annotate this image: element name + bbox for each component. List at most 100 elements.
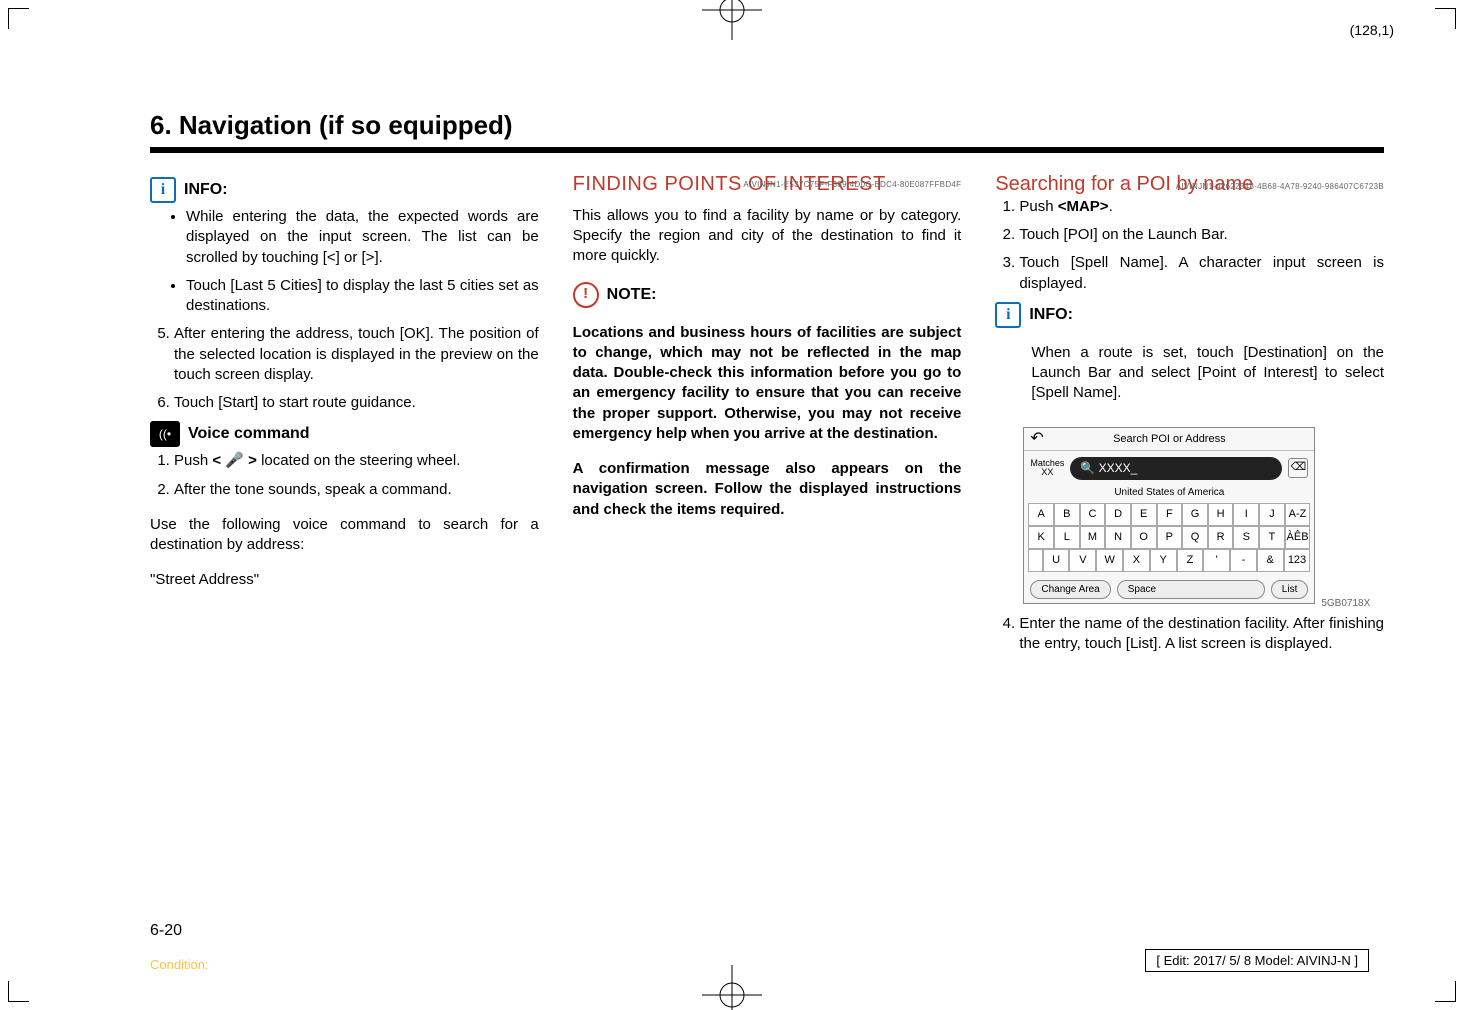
- note-label: NOTE:: [607, 284, 657, 306]
- map-button-ref: <MAP>: [1058, 198, 1109, 215]
- key: D: [1105, 503, 1131, 526]
- key: F: [1157, 503, 1183, 526]
- ss-title: Search POI or Address: [1113, 432, 1226, 447]
- text: Push: [1019, 198, 1057, 215]
- key: J: [1259, 503, 1285, 526]
- key: Q: [1182, 526, 1208, 549]
- key: C: [1080, 503, 1106, 526]
- key: ': [1203, 549, 1230, 572]
- key: A-Z: [1285, 503, 1311, 526]
- crop-mark: [1435, 8, 1456, 29]
- key: M: [1080, 526, 1106, 549]
- content-area: 6. Navigation (if so equipped) i INFO: W…: [150, 110, 1384, 910]
- space-button: Space: [1117, 580, 1265, 600]
- key: H: [1208, 503, 1234, 526]
- voice-command-label: Voice command: [188, 423, 310, 445]
- keyboard-row-3: UVWXYZ'-&123: [1028, 549, 1310, 572]
- key-blank: [1028, 549, 1042, 572]
- key: V: [1069, 549, 1096, 572]
- info-bullets: While entering the data, the expected wo…: [186, 207, 539, 316]
- crop-mark: [8, 8, 29, 29]
- registration-mark-top: [702, 0, 762, 45]
- talk-glyph: 🎤: [221, 452, 248, 469]
- chapter-title: 6. Navigation (if so equipped): [150, 110, 1384, 141]
- key: X: [1123, 549, 1150, 572]
- vc-tail-2: "Street Address": [150, 570, 539, 590]
- key: Y: [1150, 549, 1177, 572]
- bullet-item: While entering the data, the expected wo…: [186, 207, 539, 268]
- heading-rule: [150, 147, 1384, 153]
- columns: i INFO: While entering the data, the exp…: [150, 171, 1384, 663]
- text: Push: [174, 452, 212, 469]
- key: O: [1131, 526, 1157, 549]
- keyboard-row-2: KLMNOPQRSTÀÊB: [1028, 526, 1310, 549]
- text: .: [1109, 198, 1113, 215]
- talk-close: >: [248, 452, 257, 469]
- column-3: Searching for a POI by name AIVINJN1-426…: [995, 171, 1384, 663]
- vc-step-1: Push < 🎤 > located on the steering wheel…: [174, 451, 539, 471]
- key: I: [1233, 503, 1259, 526]
- key: G: [1182, 503, 1208, 526]
- key: T: [1259, 526, 1285, 549]
- column-1: i INFO: While entering the data, the exp…: [150, 171, 539, 663]
- info-callout-2: i INFO:: [995, 302, 1384, 328]
- voice-command-callout: ((• Voice command: [150, 421, 539, 447]
- poi-step-1: Push <MAP>.: [1019, 197, 1384, 217]
- info-label-2: INFO:: [1029, 304, 1073, 326]
- key: W: [1096, 549, 1123, 572]
- voice-icon: ((•: [150, 421, 180, 447]
- vc-tail-1: Use the following voice command to searc…: [150, 515, 539, 556]
- clear-icon: ⌫: [1288, 458, 1308, 478]
- key: -: [1230, 549, 1257, 572]
- ss-titlebar: ↶ Search POI or Address: [1024, 428, 1314, 452]
- key: K: [1028, 526, 1054, 549]
- numbered-steps: After entering the address, touch [OK]. …: [154, 324, 539, 413]
- page-number: 6-20: [150, 922, 182, 940]
- poi-steps: Push <MAP>. Touch [POI] on the Launch Ba…: [999, 197, 1384, 294]
- ss-foot-row: Change Area Space List: [1024, 576, 1314, 604]
- ss-search-row: Matches XX 🔍 XXXX_ ⌫: [1024, 451, 1314, 485]
- key: 123: [1284, 549, 1311, 572]
- note-paragraph-2: A confirmation message also appears on t…: [573, 459, 962, 520]
- key: Z: [1177, 549, 1204, 572]
- keyboard-screenshot: ↶ Search POI or Address Matches XX 🔍 XXX…: [1023, 427, 1315, 605]
- list-button: List: [1271, 580, 1309, 600]
- column-2: FINDING POINTS OF INTEREST AIVINJN1-E537…: [573, 171, 962, 663]
- crop-mark: [8, 981, 29, 1002]
- info-icon: i: [995, 302, 1021, 328]
- key: S: [1233, 526, 1259, 549]
- key: E: [1131, 503, 1157, 526]
- talk-open: <: [212, 452, 221, 469]
- crop-mark: [1435, 981, 1456, 1002]
- vc-step-2: After the tone sounds, speak a command.: [174, 480, 539, 500]
- note-paragraph-1: Locations and business hours of faciliti…: [573, 323, 962, 445]
- step-5: After entering the address, touch [OK]. …: [174, 324, 539, 385]
- search-field: 🔍 XXXX_: [1070, 457, 1282, 479]
- page: (128,1) 6. Navigation (if so equipped) i…: [0, 0, 1464, 1010]
- note-callout: ! NOTE:: [573, 282, 962, 308]
- step-6: Touch [Start] to start route guidance.: [174, 393, 539, 413]
- poi-step-2: Touch [POI] on the Launch Bar.: [1019, 225, 1384, 245]
- region-label: United States of America: [1024, 486, 1314, 504]
- poi-step-4: Enter the name of the destination facili…: [1019, 614, 1384, 655]
- condition-label: Condition:: [150, 957, 209, 972]
- key: R: [1208, 526, 1234, 549]
- image-id: 5GB0718X: [1321, 597, 1370, 611]
- key: &: [1257, 549, 1284, 572]
- key: ÀÊB: [1285, 526, 1311, 549]
- keyboard-row-1: ABCDEFGHIJA-Z: [1028, 503, 1310, 526]
- info-label: INFO:: [184, 179, 228, 201]
- matches-count: Matches XX: [1030, 459, 1064, 477]
- key: A: [1028, 503, 1054, 526]
- matches-value: XX: [1030, 468, 1064, 477]
- signature-number: (128,1): [1350, 22, 1394, 38]
- key: L: [1054, 526, 1080, 549]
- info-icon: i: [150, 177, 176, 203]
- info-body-2: When a route is set, touch [Destination]…: [1031, 343, 1384, 404]
- key: P: [1157, 526, 1183, 549]
- text: located on the steering wheel.: [257, 452, 460, 469]
- poi-intro: This allows you to find a facility by na…: [573, 206, 962, 267]
- registration-mark-bottom: [702, 965, 762, 1010]
- key: B: [1054, 503, 1080, 526]
- poi-step-3: Touch [Spell Name]. A character input sc…: [1019, 253, 1384, 294]
